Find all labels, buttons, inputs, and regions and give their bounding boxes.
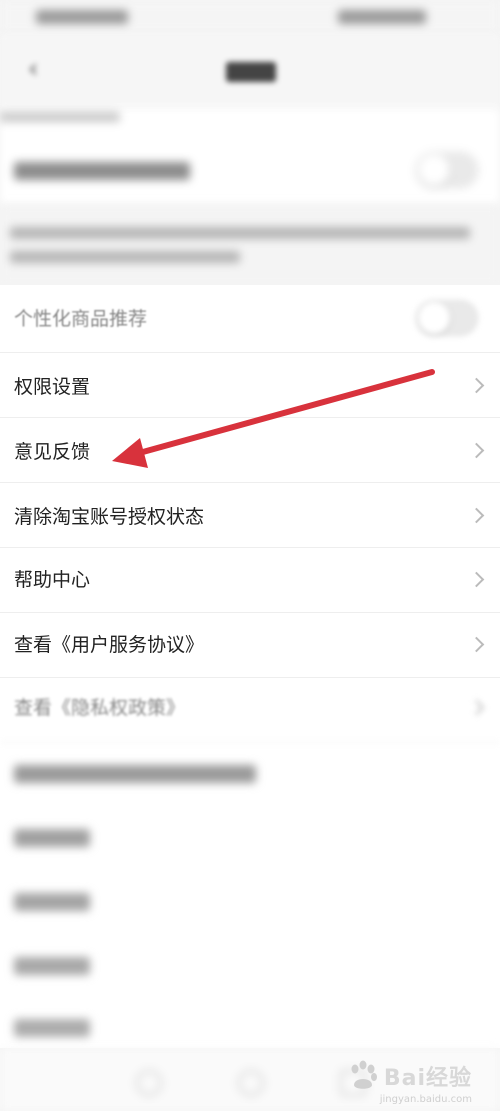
list-item-label: 权限设置	[14, 376, 91, 398]
list-item-label: 查看《用户服务协议》	[14, 634, 205, 656]
watermark-text: Bai经验	[383, 1066, 472, 1091]
list-item-permissions[interactable]: 权限设置	[0, 353, 500, 417]
status-bar	[0, 0, 500, 34]
blurred-toggle[interactable]	[416, 152, 478, 188]
blurred-setting-card	[0, 108, 500, 205]
list-item-blurred[interactable]	[0, 999, 500, 1048]
list-item-blurred[interactable]	[0, 807, 500, 871]
list-item-label: 查看《隐私权政策》	[14, 697, 186, 719]
list-item-blurred[interactable]	[0, 935, 500, 999]
list-item-help-center[interactable]: 帮助中心	[0, 548, 500, 612]
back-arrow-icon[interactable]: ‹	[28, 56, 42, 82]
settings-list: 个性化商品推荐 权限设置 意见反馈 清除淘宝账号授权状态 帮助中心 查看《用户服…	[0, 285, 500, 1048]
list-item-blurred[interactable]	[0, 743, 500, 807]
list-item-label: 意见反馈	[14, 441, 91, 463]
list-item-personalized-recommend[interactable]: 个性化商品推荐	[0, 285, 500, 351]
setting-description	[0, 205, 500, 285]
nav-bar: ‹	[0, 34, 500, 108]
list-item-label: 帮助中心	[14, 569, 91, 591]
watermark-url: jingyan.baidu.com	[379, 1094, 472, 1105]
list-item-privacy-policy[interactable]: 查看《隐私权政策》	[0, 678, 500, 742]
chevron-right-icon	[468, 507, 485, 524]
personalized-recommend-toggle[interactable]	[416, 300, 478, 336]
list-item-feedback[interactable]: 意见反馈	[0, 418, 500, 482]
chevron-right-icon	[468, 571, 485, 588]
list-item-clear-authorization[interactable]: 清除淘宝账号授权状态	[0, 483, 500, 547]
nav-home-icon[interactable]	[238, 1070, 264, 1096]
paw-logo-icon	[351, 1060, 377, 1089]
watermark: Bai经验 jingyan.baidu.com	[346, 1058, 472, 1105]
nav-back-icon[interactable]	[136, 1070, 162, 1096]
chevron-right-icon	[468, 442, 485, 459]
chevron-right-icon	[468, 377, 485, 394]
list-item-blurred[interactable]	[0, 871, 500, 935]
chevron-right-icon	[468, 636, 485, 653]
list-item-label: 个性化商品推荐	[14, 308, 148, 330]
list-item-user-agreement[interactable]: 查看《用户服务协议》	[0, 613, 500, 677]
list-item-label: 清除淘宝账号授权状态	[14, 506, 205, 528]
chevron-right-icon	[468, 699, 485, 716]
page-title	[226, 62, 276, 82]
